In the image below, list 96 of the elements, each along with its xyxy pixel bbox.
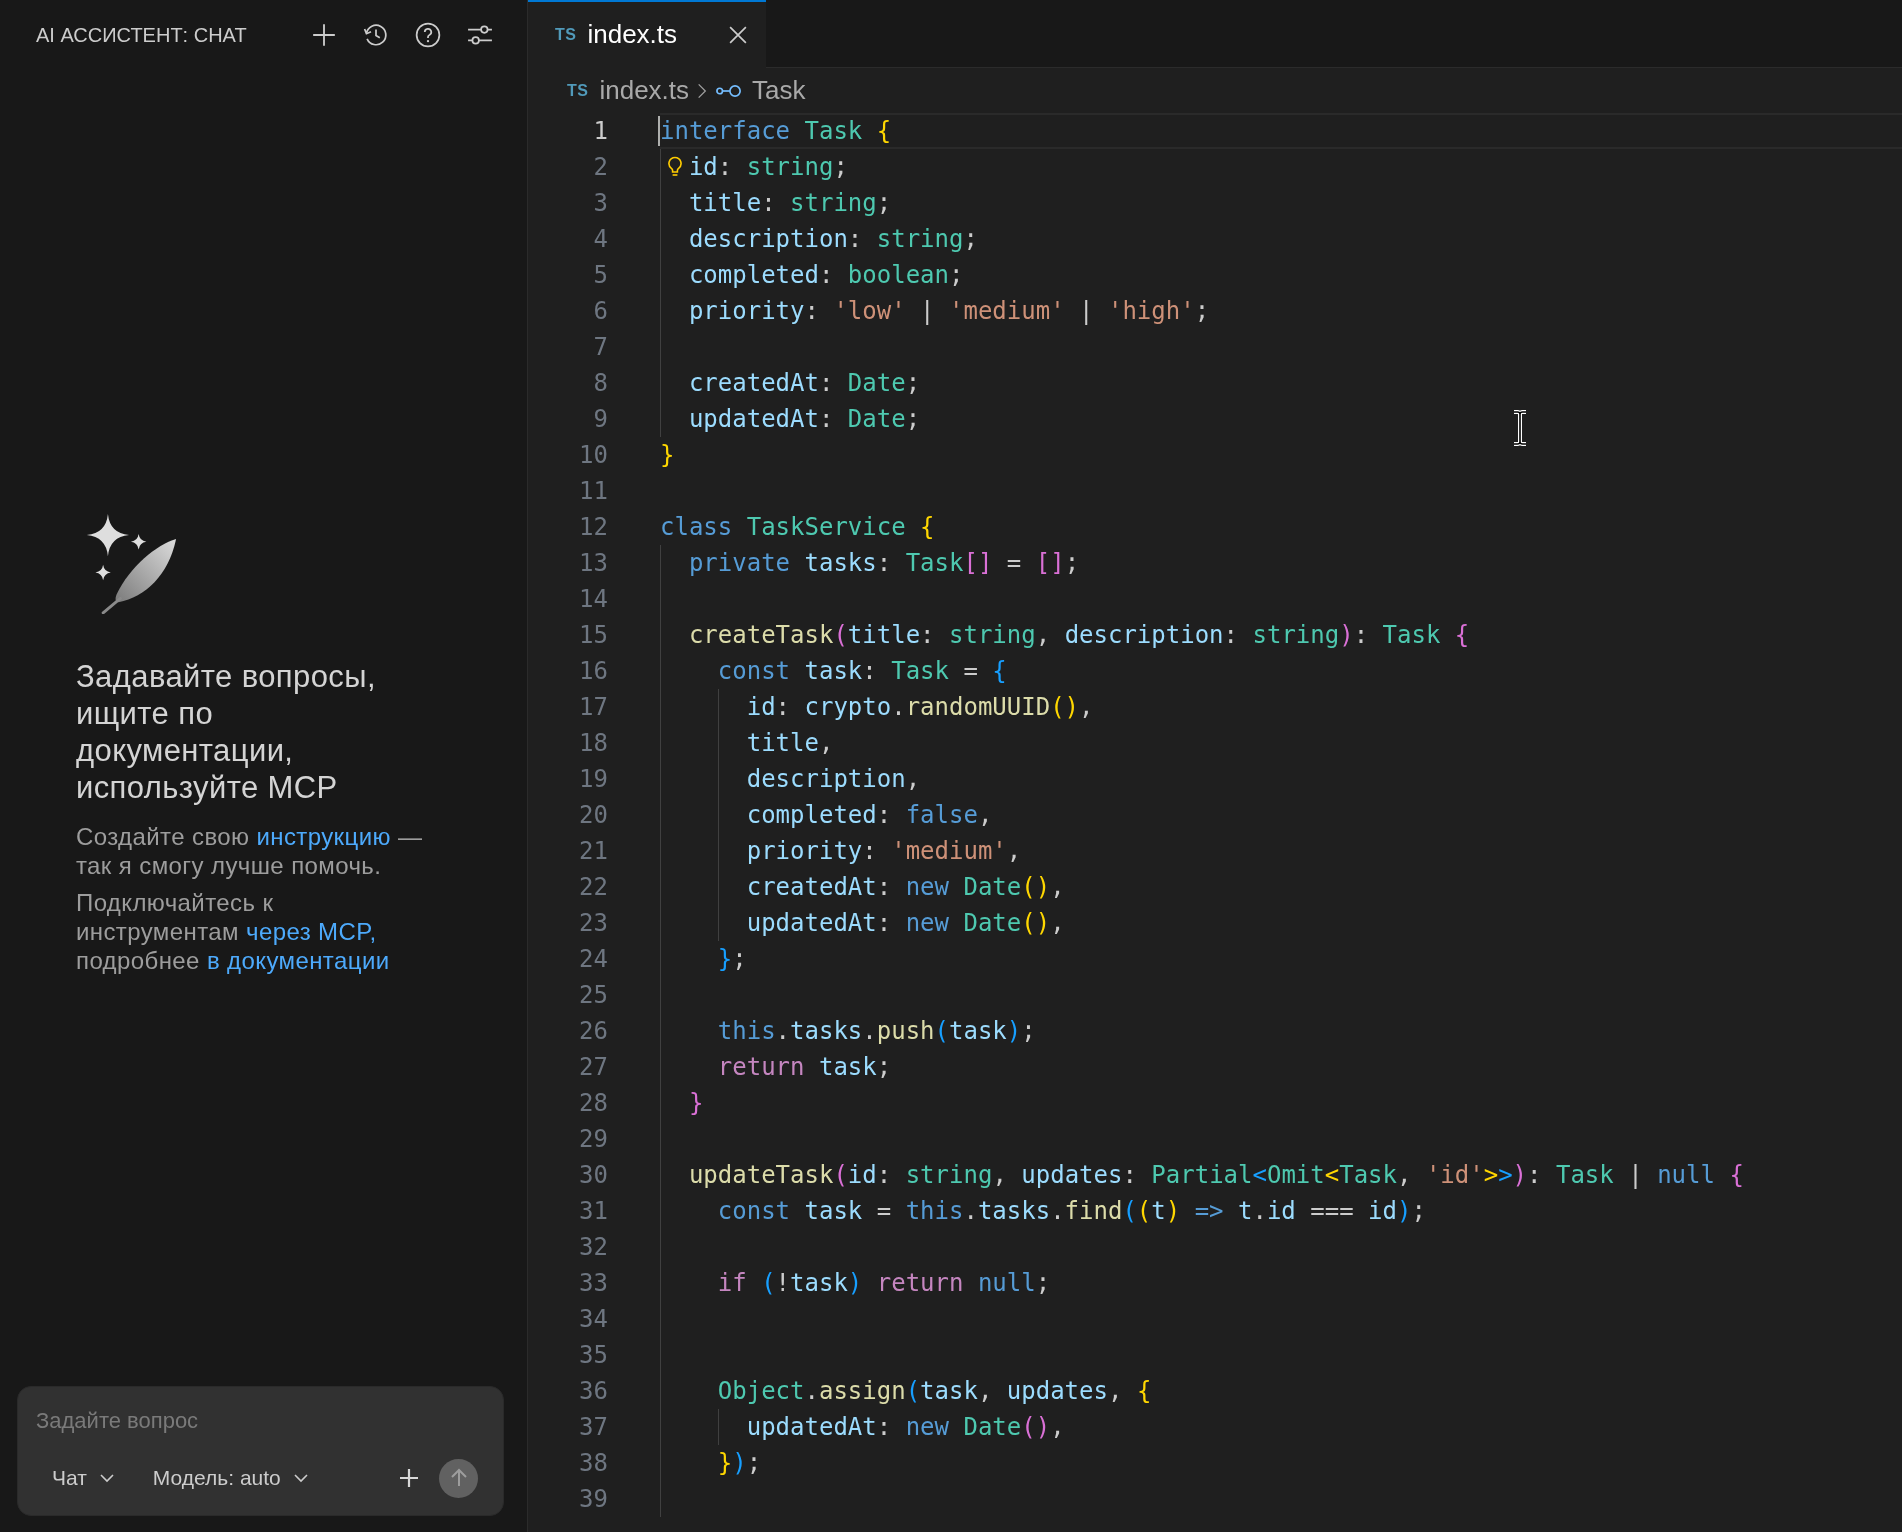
line-number: 23 (578, 908, 608, 939)
question-input[interactable]: Задайте вопрос (36, 1404, 485, 1438)
text-link[interactable]: в документации (206, 947, 390, 974)
code-line: return task; (717, 1053, 892, 1081)
code-line: updatedAt: new Date(), (746, 1413, 1065, 1441)
line-number: 37 (578, 1412, 608, 1443)
code-line: completed: false, (746, 801, 993, 829)
welcome-heading: Задавайте вопросы, ищите по документации, используйте MCP (76, 658, 377, 806)
line-number: 1 (592, 116, 608, 147)
line-number: 31 (578, 1196, 608, 1227)
code-line: title: string; (688, 189, 892, 217)
close-tab-button[interactable] (728, 24, 748, 45)
line-number: 5 (592, 260, 608, 291)
line-number: 29 (578, 1124, 608, 1155)
line-number: 12 (578, 512, 608, 543)
code-line: updatedAt: Date; (688, 405, 921, 433)
code-line: description, (746, 765, 921, 793)
line-number: 22 (578, 872, 608, 903)
text-link[interactable]: инструкцию (256, 823, 391, 850)
line-number: 2 (592, 152, 608, 183)
mode-dropdown[interactable]: Чат (42, 1460, 125, 1496)
code-line: } (660, 441, 675, 469)
line-number: 28 (578, 1088, 608, 1119)
file-type-label: TS (567, 81, 589, 100)
welcome-paragraph: Подключайтесь к инструментам через MCP, подробнее в документации (76, 888, 391, 975)
history-icon (363, 22, 389, 48)
line-number: 4 (592, 224, 608, 255)
line-number: 35 (578, 1340, 608, 1371)
line-number: 15 (578, 620, 608, 651)
code-line: }; (717, 945, 747, 973)
code-line: updateTask(id: string, updates: Partial<Omit<Task, 'id'>>): Task | null { (688, 1161, 1744, 1189)
line-number: 8 (592, 368, 608, 399)
code-line: createdAt: Date; (688, 369, 921, 397)
code-line: createdAt: new Date(), (746, 873, 1065, 901)
linked-circles-icon (716, 83, 743, 98)
line-number: 10 (578, 440, 608, 471)
code-line: completed: boolean; (688, 261, 964, 289)
code-line: private tasks: Task[] = []; (688, 549, 1080, 577)
code-line: interface Task { (660, 117, 892, 145)
line-number: 9 (592, 404, 608, 435)
editor-tab[interactable]: TS index.ts (528, 0, 766, 68)
line-number: 3 (592, 188, 608, 219)
text-link[interactable]: через MCP, (246, 918, 377, 945)
line-number: 25 (578, 980, 608, 1011)
line-number: 32 (578, 1232, 608, 1263)
line-number: 26 (578, 1016, 608, 1047)
code-line: title, (746, 729, 834, 757)
line-number: 33 (578, 1268, 608, 1299)
line-number: 18 (578, 728, 608, 759)
line-number: 19 (578, 764, 608, 795)
breadcrumb-item[interactable]: Task (716, 75, 806, 106)
line-number: 24 (578, 944, 608, 975)
plus-icon (399, 1468, 419, 1488)
text-caret (658, 116, 660, 146)
close-icon (729, 25, 747, 44)
line-number: 34 (578, 1304, 608, 1335)
code-line: this.tasks.push(task); (717, 1017, 1036, 1045)
line-number: 14 (578, 584, 608, 615)
chevron-right-icon (697, 81, 708, 100)
line-number: 13 (578, 548, 608, 579)
code-line: } (688, 1089, 704, 1117)
lightbulb-icon[interactable] (667, 156, 683, 178)
help-icon (415, 22, 441, 48)
code-line: const task: Task = { (717, 657, 1007, 685)
code-line: Object.assign(task, updates, { (717, 1377, 1152, 1405)
file-type-label: TS (555, 25, 577, 44)
line-number: 16 (578, 656, 608, 687)
welcome-paragraph: Создайте свою инструкцию — так я смогу лучше помочь. (76, 822, 424, 880)
panel-title: AI АССИСТЕНТ: CHAT (36, 23, 247, 47)
code-line: }); (717, 1449, 762, 1477)
code-line: priority: 'medium', (746, 837, 1022, 865)
line-number: 7 (592, 332, 608, 363)
sliders-icon (467, 22, 493, 48)
plus-icon (311, 22, 337, 48)
line-number: 6 (592, 296, 608, 327)
code-line: const task = this.tasks.find((t) => t.id === id); (717, 1197, 1426, 1225)
code-line: priority: 'low' | 'medium' | 'high'; (688, 297, 1210, 325)
line-number: 17 (578, 692, 608, 723)
code-line: class TaskService { (660, 513, 935, 541)
line-number: 27 (578, 1052, 608, 1083)
line-number: 21 (578, 836, 608, 867)
breadcrumb-item[interactable]: TS index.ts (567, 75, 690, 106)
code-line: updatedAt: new Date(), (746, 909, 1065, 937)
code-line: description: string; (688, 225, 978, 253)
line-number: 30 (578, 1160, 608, 1191)
code-line: if (!task) return null; (717, 1269, 1051, 1297)
line-number: 38 (578, 1448, 608, 1479)
line-number: 11 (578, 476, 608, 507)
line-number: 39 (578, 1484, 608, 1515)
line-number: 20 (578, 800, 608, 831)
code-line: id: crypto.randomUUID(), (746, 693, 1094, 721)
line-number: 36 (578, 1376, 608, 1407)
code-line: createTask(title: string, description: string): Task { (688, 621, 1470, 649)
text-cursor-icon (1511, 410, 1529, 446)
model-dropdown[interactable]: Модель: auto (142, 1460, 319, 1496)
code-line: id: string; (688, 153, 848, 181)
